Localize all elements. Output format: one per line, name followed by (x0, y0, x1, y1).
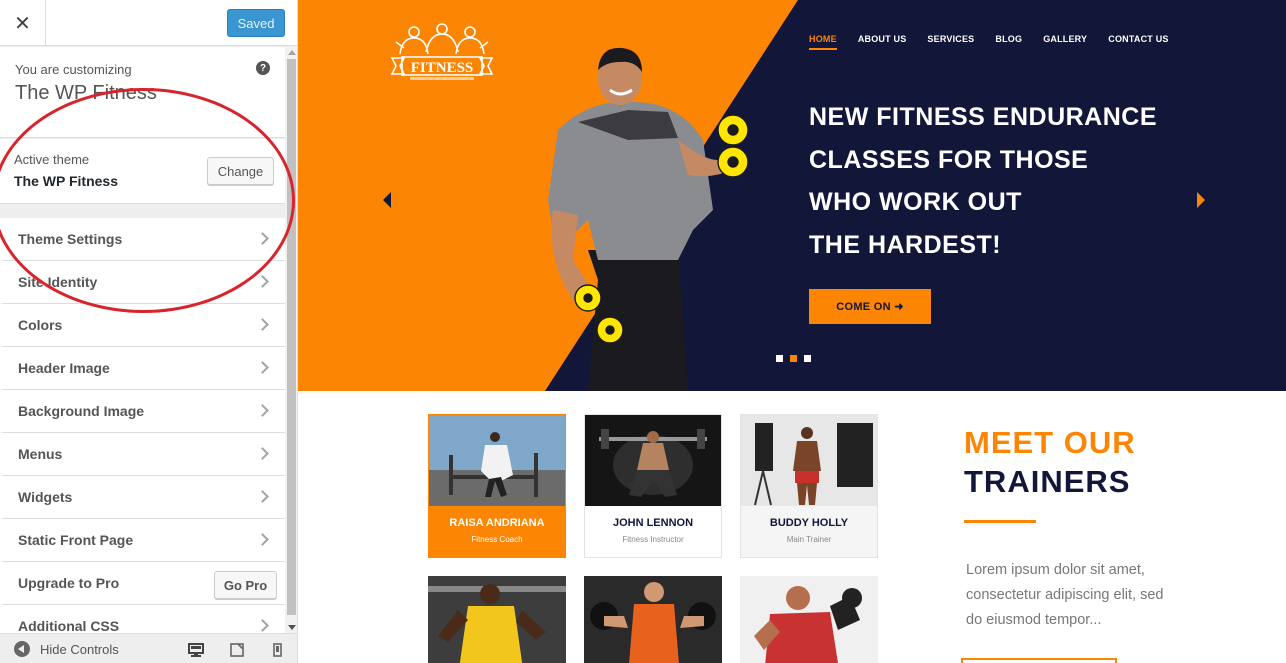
section-label: Theme Settings (18, 231, 123, 247)
hide-controls-button[interactable]: Hide Controls (14, 641, 119, 657)
trainer-photo (741, 415, 877, 506)
slide-dot[interactable] (804, 355, 811, 362)
section-label: Menus (18, 446, 63, 462)
meet-heading-line1: MEET OUR (964, 425, 1136, 460)
tablet-preview-icon[interactable] (230, 643, 244, 657)
next-slide-icon[interactable] (1197, 192, 1205, 208)
nav-services[interactable]: SERVICES (927, 34, 974, 44)
main-nav: HOME ABOUT US SERVICES BLOG GALLERY CONT… (809, 34, 1190, 50)
hero-slider: FITNESS HOME ABOUT US SERVICES BLOG GALL… (298, 0, 1286, 391)
chevron-right-icon (256, 533, 269, 546)
logo-text: FITNESS (411, 60, 474, 76)
section-colors[interactable]: Colors (0, 304, 285, 347)
chevron-right-icon (256, 361, 269, 374)
trainer-role: Fitness Instructor (622, 535, 684, 544)
customizer-sidebar: ✕ Saved You are customizing The WP Fitne… (0, 0, 298, 663)
nav-contact-us[interactable]: CONTACT US (1108, 34, 1168, 44)
section-label: Additional CSS (18, 618, 120, 633)
trainer-name: BUDDY HOLLY (769, 517, 849, 529)
hero-line: CLASSES FOR THOSE (809, 145, 1089, 174)
close-icon[interactable]: ✕ (0, 0, 46, 46)
nav-about-us[interactable]: ABOUT US (858, 34, 907, 44)
section-label: Static Front Page (18, 532, 134, 548)
hero-heading: NEW FITNESS ENDURANCE CLASSES FOR THOSE … (809, 96, 1229, 266)
help-icon[interactable]: ? (256, 61, 270, 75)
heading-underline (964, 520, 1036, 523)
trainer-name: JOHN LENNON (612, 517, 694, 529)
section-upgrade-to-pro: Upgrade to Pro Go Pro (0, 562, 285, 605)
trainer-photo[interactable] (428, 576, 566, 663)
customizer-panel: You are customizing The WP Fitness ? Act… (0, 47, 285, 633)
change-theme-button[interactable]: Change (207, 157, 274, 185)
site-preview: FITNESS HOME ABOUT US SERVICES BLOG GALL… (298, 0, 1286, 663)
trainer-photo (585, 415, 721, 506)
hero-line: WHO WORK OUT (809, 188, 1022, 216)
hero-line: THE HARDEST! (809, 230, 1002, 259)
trainer-photo[interactable] (740, 576, 878, 663)
go-pro-button[interactable]: Go Pro (214, 571, 277, 599)
customizer-footer: Hide Controls (0, 633, 297, 663)
nav-blog[interactable]: BLOG (995, 34, 1022, 44)
chevron-right-icon (256, 619, 269, 632)
trainer-card[interactable]: BUDDY HOLLY Main Trainer (740, 414, 878, 558)
trainer-card[interactable]: JOHN LENNON Fitness Instructor (584, 414, 722, 558)
chevron-right-icon (256, 447, 269, 460)
nav-gallery[interactable]: GALLERY (1043, 34, 1087, 44)
active-theme-section: Active theme The WP Fitness Change (0, 139, 285, 204)
trainer-card[interactable]: RAISA ANDRIANA Fitness Coach (428, 414, 566, 558)
collapse-icon (14, 641, 30, 657)
section-label: Site Identity (18, 274, 98, 290)
section-widgets[interactable]: Widgets (0, 476, 285, 519)
scroll-down-icon[interactable] (288, 625, 296, 630)
section-label: Widgets (18, 489, 73, 505)
section-label: Colors (18, 317, 63, 333)
trainer-photo (429, 415, 565, 506)
come-on-button[interactable]: COME ON ➜ (809, 289, 931, 324)
section-menus[interactable]: Menus (0, 433, 285, 476)
hide-controls-label: Hide Controls (40, 641, 119, 657)
trainer-role: Fitness Coach (471, 535, 523, 544)
site-title: The WP Fitness (15, 82, 157, 104)
section-header-image[interactable]: Header Image (0, 347, 285, 390)
section-label: Upgrade to Pro (18, 575, 120, 591)
section-label: Header Image (18, 360, 110, 376)
slide-indicators (776, 355, 818, 362)
prev-slide-icon[interactable] (383, 192, 391, 208)
nav-home[interactable]: HOME (809, 34, 837, 50)
customizer-header: ✕ Saved (0, 0, 297, 46)
chevron-right-icon (256, 404, 269, 417)
trainers-description: Lorem ipsum dolor sit amet, consectetur … (966, 562, 1164, 628)
scroll-up-icon[interactable] (288, 50, 296, 55)
meet-heading-line2: TRAINERS (964, 464, 1131, 499)
section-label: Background Image (18, 403, 145, 419)
customizing-label: You are customizing (15, 62, 132, 77)
section-additional-css[interactable]: Additional CSS (0, 605, 285, 633)
section-theme-settings[interactable]: Theme Settings (0, 218, 285, 261)
chevron-right-icon (256, 275, 269, 288)
customizing-info: You are customizing The WP Fitness ? (0, 47, 285, 138)
trainer-role: Main Trainer (786, 535, 832, 544)
desktop-preview-icon[interactable] (188, 643, 204, 657)
mobile-preview-icon[interactable] (273, 643, 282, 657)
section-static-front-page[interactable]: Static Front Page (0, 519, 285, 562)
trainer-name: RAISA ANDRIANA (449, 517, 545, 529)
chevron-right-icon (256, 318, 269, 331)
section-background-image[interactable]: Background Image (0, 390, 285, 433)
chevron-right-icon (256, 490, 269, 503)
view-more-button[interactable] (961, 658, 1117, 663)
hero-line: NEW FITNESS ENDURANCE (809, 103, 1158, 131)
saved-button[interactable]: Saved (227, 9, 285, 37)
fitness-logo[interactable]: FITNESS (390, 20, 494, 88)
trainer-photo[interactable] (584, 576, 722, 663)
section-site-identity[interactable]: Site Identity (0, 261, 285, 304)
slide-dot[interactable] (776, 355, 783, 362)
chevron-right-icon (256, 232, 269, 245)
slide-dot-active[interactable] (790, 355, 797, 362)
section-list: Theme Settings Site Identity Colors Head… (0, 218, 285, 633)
scroll-thumb[interactable] (287, 59, 296, 615)
panel-scrollbar[interactable] (285, 47, 297, 633)
athlete-image (548, 47, 749, 391)
